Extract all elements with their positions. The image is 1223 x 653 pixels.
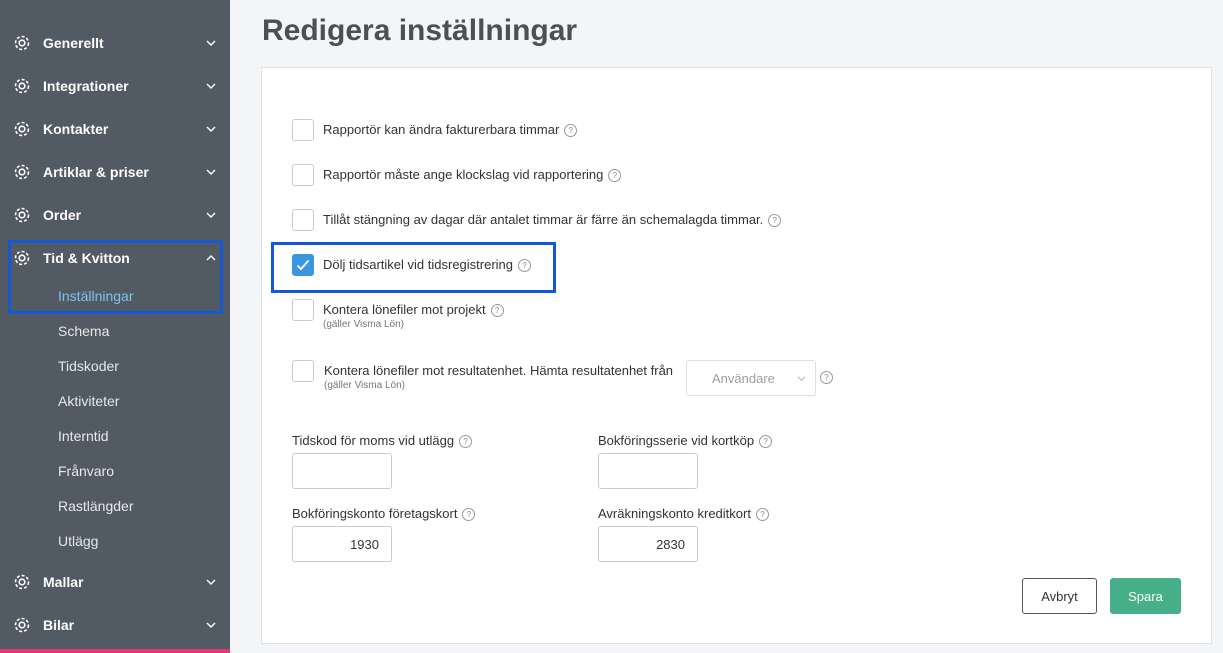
- gear-icon: [14, 164, 30, 179]
- help-icon[interactable]: ?: [755, 508, 769, 521]
- chevron-down-icon: [206, 40, 216, 46]
- setting-row: Rapportör måste ange klockslag vid rappo…: [292, 164, 622, 186]
- sidebar-item-artiklar-priser[interactable]: Artiklar & priser: [0, 150, 230, 193]
- sidebar-item-label: Mallar: [43, 573, 84, 590]
- sidebar-item-label: Integrationer: [43, 77, 129, 94]
- sidebar-item-kontakter[interactable]: Kontakter: [0, 107, 230, 150]
- save-button[interactable]: Spara: [1110, 578, 1181, 614]
- setting-row: Tillåt stängning av dagar där antalet ti…: [292, 209, 782, 231]
- highlight-box: [271, 242, 556, 293]
- checkbox-sublabel: (gäller Visma Lön): [324, 380, 405, 391]
- sidebar-item-label: Artiklar & priser: [43, 163, 149, 180]
- page-title: Redigera inställningar: [262, 14, 578, 47]
- sidebar-subitem-schema[interactable]: Schema: [58, 323, 109, 339]
- chevron-down-icon: [206, 169, 216, 175]
- help-icon[interactable]: ?: [759, 435, 773, 448]
- field-label-bokforingskonto: Bokföringskonto företagskort?: [292, 506, 476, 521]
- label-text: Bokföringskonto företagskort: [292, 506, 458, 521]
- sidebar-subitem-franvaro[interactable]: Frånvaro: [58, 463, 114, 479]
- checkbox-label: Rapportör måste ange klockslag vid rappo…: [323, 167, 604, 182]
- sidebar-item-generellt[interactable]: Generellt: [0, 21, 230, 64]
- settings-card: [261, 67, 1212, 644]
- setting-row: Rapportör kan ändra fakturerbara timmar?: [292, 119, 578, 141]
- setting-row: Kontera lönefiler mot resultatenhet. Häm…: [292, 360, 673, 392]
- help-icon[interactable]: ?: [490, 304, 504, 317]
- gear-icon: [14, 617, 30, 632]
- sidebar-subitem-interntid[interactable]: Interntid: [58, 428, 109, 444]
- sidebar-subitem-tidskoder[interactable]: Tidskoder: [58, 358, 119, 374]
- sidebar-item-order[interactable]: Order: [0, 193, 230, 236]
- field-label-avrakningskonto: Avräkningskonto kreditkort?: [598, 506, 769, 521]
- help-icon[interactable]: ?: [608, 169, 622, 182]
- chevron-down-icon: [797, 376, 806, 382]
- help-icon[interactable]: ?: [462, 508, 476, 521]
- chevron-down-icon: [206, 83, 216, 89]
- checkbox[interactable]: [292, 119, 314, 141]
- checkbox-label: Tillåt stängning av dagar där antalet ti…: [323, 212, 764, 227]
- gear-icon: [14, 574, 30, 589]
- sidebar-item-label: Kontakter: [43, 120, 109, 137]
- avrakningskonto-input[interactable]: [598, 526, 698, 562]
- checkbox[interactable]: [292, 164, 314, 186]
- highlight-box: [8, 240, 223, 314]
- sidebar-subitem-rastlangder[interactable]: Rastlängder: [58, 498, 134, 514]
- sidebar-item-integrationer[interactable]: Integrationer: [0, 64, 230, 107]
- chevron-down-icon: [206, 622, 216, 628]
- sidebar-subitem-aktiviteter[interactable]: Aktiviteter: [58, 393, 119, 409]
- select-value: Användare: [712, 371, 775, 386]
- bokforingsserie-input[interactable]: [598, 453, 698, 489]
- checkbox[interactable]: [292, 209, 314, 231]
- setting-row: Kontera lönefiler mot projekt? (gäller V…: [292, 299, 504, 331]
- resultatenhet-select[interactable]: Användare: [686, 360, 816, 396]
- label-text: Tidskod för moms vid utlägg: [292, 433, 455, 448]
- tidskod-moms-input[interactable]: [292, 453, 392, 489]
- cancel-button[interactable]: Avbryt: [1022, 578, 1097, 614]
- sidebar-item-label: Order: [43, 206, 82, 223]
- checkbox[interactable]: [292, 360, 314, 382]
- accent-bar: [0, 649, 230, 653]
- checkbox-label: Rapportör kan ändra fakturerbara timmar: [323, 122, 560, 137]
- gear-icon: [14, 35, 30, 50]
- gear-icon: [14, 121, 30, 136]
- field-label-bokforingsserie: Bokföringsserie vid kortköp?: [598, 433, 773, 448]
- help-icon[interactable]: ?: [459, 435, 473, 448]
- label-text: Bokföringsserie vid kortköp: [598, 433, 755, 448]
- field-label-tidskod-moms: Tidskod för moms vid utlägg?: [292, 433, 473, 448]
- gear-icon: [14, 78, 30, 93]
- chevron-down-icon: [206, 579, 216, 585]
- checkbox-sublabel: (gäller Visma Lön): [323, 319, 404, 330]
- chevron-down-icon: [206, 212, 216, 218]
- checkbox-label: Kontera lönefiler mot projekt: [323, 302, 486, 317]
- sidebar: Generellt Integrationer Kontakter Artikl…: [0, 0, 230, 653]
- sidebar-item-label: Bilar: [43, 616, 75, 633]
- checkbox-label: Kontera lönefiler mot resultatenhet. Häm…: [324, 363, 674, 378]
- help-icon[interactable]: ?: [768, 214, 782, 227]
- checkbox[interactable]: [292, 299, 314, 321]
- sidebar-subitem-utlagg[interactable]: Utlägg: [58, 533, 98, 549]
- sidebar-item-label: Generellt: [43, 34, 104, 51]
- help-icon[interactable]: ?: [820, 371, 833, 384]
- chevron-down-icon: [206, 126, 216, 132]
- gear-icon: [14, 207, 30, 222]
- help-icon[interactable]: ?: [564, 124, 578, 137]
- sidebar-item-mallar[interactable]: Mallar: [0, 560, 230, 603]
- label-text: Avräkningskonto kreditkort: [598, 506, 751, 521]
- bokforingskonto-input[interactable]: [292, 526, 392, 562]
- sidebar-item-bilar[interactable]: Bilar: [0, 603, 230, 646]
